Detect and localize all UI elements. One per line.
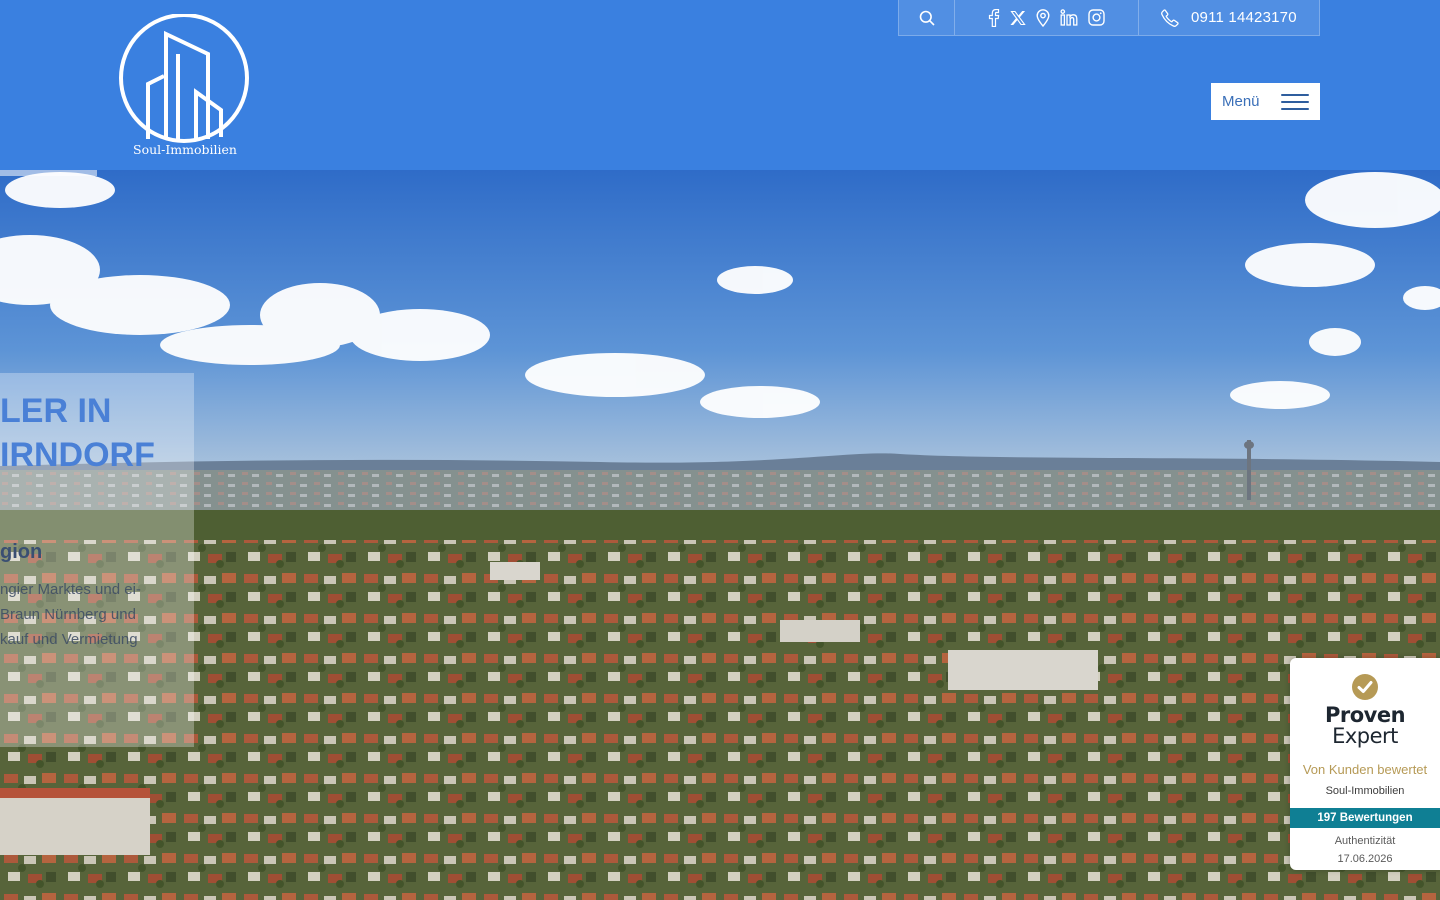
phone-icon xyxy=(1161,8,1179,27)
search-button[interactable] xyxy=(899,0,955,35)
logo-text: Soul-Immobilien xyxy=(133,142,237,157)
menu-label: Menü xyxy=(1222,93,1260,110)
phone-number: 0911 14423170 xyxy=(1191,9,1297,26)
hero-aerial-image xyxy=(0,170,1440,900)
hero-headline-line-2: IRNDORF xyxy=(0,436,155,474)
pe-authenticity-label: Authentizität xyxy=(1334,835,1396,847)
logo-building-icon xyxy=(119,13,249,143)
facebook-icon[interactable] xyxy=(988,8,1000,27)
instagram-icon[interactable] xyxy=(1088,9,1105,26)
hero-headline: LER IN IRNDORF xyxy=(0,389,194,477)
hero-text-line-3: kauf und Vermietung xyxy=(0,631,138,648)
menu-button[interactable]: Menü xyxy=(1211,83,1320,120)
hamburger-icon xyxy=(1281,93,1309,110)
x-twitter-icon[interactable] xyxy=(1010,10,1026,26)
hero-subheading: gion xyxy=(0,541,43,563)
social-links xyxy=(955,0,1139,35)
check-seal-icon xyxy=(1352,674,1378,700)
linkedin-icon[interactable] xyxy=(1060,9,1078,26)
pe-brand-line-1: Proven xyxy=(1324,703,1406,727)
map-pin-icon[interactable] xyxy=(1036,8,1050,27)
hero-text-line-1: ngier Marktes und ei- xyxy=(0,581,141,598)
hero-headline-line-1: LER IN xyxy=(0,392,112,430)
slider-progress-indicator xyxy=(0,170,97,176)
pe-rated-text: Von Kunden bewertet xyxy=(1302,762,1428,777)
hero-section: LER IN IRNDORF gion ngier Marktes und ei… xyxy=(0,170,1440,900)
hero-text-line-2: Braun Nürnberg und xyxy=(0,606,136,623)
site-header: Soul-Immobilien 0911 14423170 Menü xyxy=(0,0,1440,170)
pe-authenticity-date: 17.06.2026 xyxy=(1337,853,1393,865)
hero-body-text: ngier Marktes und ei- Braun Nürnberg und… xyxy=(0,577,141,652)
phone-link[interactable]: 0911 14423170 xyxy=(1139,0,1319,35)
pe-review-count[interactable]: 197 Bewertungen xyxy=(1290,808,1440,828)
top-utility-bar: 0911 14423170 xyxy=(898,0,1320,36)
search-icon xyxy=(919,10,935,26)
pe-company-name: Soul-Immobilien xyxy=(1325,785,1405,797)
proven-expert-badge[interactable]: Proven Expert Von Kunden bewertet Soul-I… xyxy=(1290,658,1440,870)
logo-link[interactable]: Soul-Immobilien xyxy=(118,13,252,160)
hero-text-panel: LER IN IRNDORF gion ngier Marktes und ei… xyxy=(0,373,194,747)
pe-brand-line-2: Expert xyxy=(1332,724,1398,748)
proven-expert-logo: Proven Expert xyxy=(1290,705,1440,747)
